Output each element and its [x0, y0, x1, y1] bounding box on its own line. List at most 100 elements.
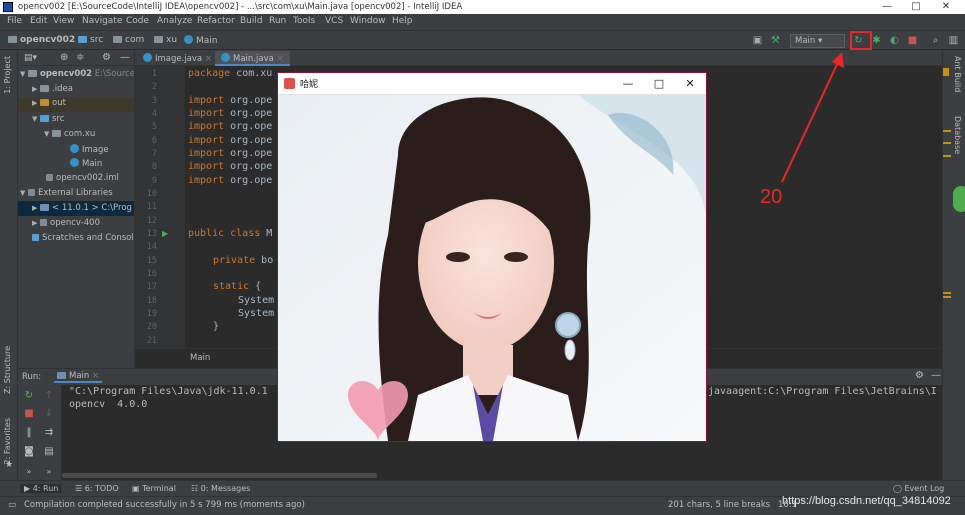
- menu-run[interactable]: Run: [269, 16, 286, 26]
- more-icon[interactable]: »: [42, 467, 56, 476]
- project-structure-icon[interactable]: ▣: [751, 34, 764, 47]
- line-number: 6: [151, 136, 157, 146]
- event-log-tab[interactable]: ◯ Event Log: [893, 484, 944, 493]
- coverage-icon[interactable]: ◐: [888, 34, 901, 47]
- breadcrumb-xu[interactable]: xu: [154, 35, 177, 45]
- print-icon[interactable]: ▤: [42, 446, 56, 457]
- up-arrow-icon[interactable]: ↑: [42, 390, 56, 401]
- down-arrow-icon[interactable]: ↓: [42, 408, 56, 419]
- star-icon: ★: [5, 460, 14, 470]
- pause-icon[interactable]: ‖: [22, 427, 36, 438]
- menu-build[interactable]: Build: [240, 16, 263, 26]
- photo-minimize-button[interactable]: —: [618, 76, 638, 92]
- database-tab[interactable]: Database: [953, 116, 962, 154]
- todo-tool-tab[interactable]: ☰ 6: TODO: [75, 484, 119, 493]
- camera-icon[interactable]: ◙: [22, 446, 36, 457]
- menu-file[interactable]: File: [7, 16, 22, 26]
- stop-icon[interactable]: ■: [22, 408, 36, 419]
- breadcrumb-main[interactable]: Main: [184, 35, 218, 46]
- console-icon: [57, 372, 66, 379]
- tree-item-jdk[interactable]: ▶ < 11.0.1 > C:\Prog: [18, 201, 134, 216]
- photo-close-button[interactable]: ✕: [680, 76, 700, 92]
- gear-icon[interactable]: ⚙: [102, 52, 111, 63]
- tree-item-src[interactable]: ▼ src: [32, 114, 64, 124]
- project-tool-tab[interactable]: 1: Project: [3, 56, 12, 94]
- run-configuration-select[interactable]: Main ▾: [790, 34, 845, 48]
- tree-item-iml[interactable]: opencv002.iml: [46, 173, 119, 183]
- folder-icon: [40, 85, 49, 92]
- code-line: import org.ope: [188, 135, 273, 146]
- menu-window[interactable]: Window: [350, 16, 386, 26]
- minimize-button[interactable]: —: [874, 0, 900, 14]
- jdk-icon: [40, 204, 49, 211]
- breadcrumb-src[interactable]: src: [78, 35, 103, 45]
- tree-item-external-libraries[interactable]: ▼ External Libraries: [20, 188, 113, 198]
- stop-icon[interactable]: ■: [906, 34, 919, 47]
- terminal-tool-tab[interactable]: ▣ Terminal: [132, 484, 176, 493]
- hide-icon[interactable]: —: [120, 52, 130, 63]
- run-tool-tab[interactable]: ▶ 4: Run: [20, 484, 63, 493]
- project-panel: ▤▾ ⊕ ≑ ⚙ — ▼ opencv002 E:\Source ▶ .idea ▶…: [18, 50, 135, 368]
- hide-icon[interactable]: —: [931, 370, 941, 381]
- class-icon: [184, 35, 193, 44]
- tree-item-idea[interactable]: ▶ .idea: [32, 84, 73, 94]
- horizontal-scrollbar[interactable]: [62, 473, 377, 478]
- tab-image-java[interactable]: Image.java ×: [137, 51, 218, 66]
- tree-item-opencv[interactable]: ▶ opencv-400: [32, 218, 100, 228]
- structure-tool-tab[interactable]: Z: Structure: [3, 346, 12, 394]
- photo-maximize-button[interactable]: □: [649, 76, 669, 92]
- editor-breadcrumb[interactable]: Main: [190, 353, 210, 363]
- collapse-icon[interactable]: ≑: [76, 52, 84, 63]
- messages-tool-tab[interactable]: ☷ 0: Messages: [191, 484, 250, 493]
- tab-main-java[interactable]: Main.java ×: [215, 51, 290, 66]
- search-icon[interactable]: ⌕: [929, 34, 942, 47]
- code-line: System: [238, 308, 275, 319]
- close-tab-icon[interactable]: ×: [205, 54, 212, 64]
- line-number: 5: [151, 122, 157, 132]
- line-number: 14: [146, 242, 157, 252]
- tree-item-image[interactable]: Image: [70, 144, 109, 155]
- menu-refactor[interactable]: Refactor: [197, 16, 235, 26]
- folder-icon: [8, 36, 17, 43]
- status-message[interactable]: Compilation completed successfully in 5 …: [24, 500, 305, 510]
- line-number-gutter: 1 2 3 4 5 6 7 8 9 10 11 12 13 ▶ 14 15 16…: [135, 66, 185, 348]
- run-tab-main[interactable]: Main ×: [54, 371, 103, 383]
- ant-build-tab[interactable]: Ant Build: [953, 56, 962, 92]
- menu-navigate[interactable]: Navigate: [82, 16, 122, 26]
- code-line: import org.ope: [188, 175, 273, 186]
- line-number: 7: [151, 149, 157, 159]
- photo-window-title-bar[interactable]: 哈妮 — □ ✕: [278, 73, 706, 95]
- tree-root[interactable]: ▼ opencv002 E:\Source: [20, 69, 134, 79]
- close-button[interactable]: ✕: [933, 0, 959, 14]
- tree-item-scratches[interactable]: Scratches and Consol: [32, 233, 134, 243]
- tree-item-main[interactable]: Main: [70, 158, 102, 169]
- menu-code[interactable]: Code: [126, 16, 149, 26]
- favorites-tool-tab[interactable]: 2: Favorites: [3, 418, 12, 464]
- menu-view[interactable]: View: [53, 16, 74, 26]
- menu-edit[interactable]: Edit: [30, 16, 47, 26]
- expand-icon[interactable]: »: [22, 467, 36, 476]
- menu-help[interactable]: Help: [392, 16, 413, 26]
- locate-icon[interactable]: ⊕: [60, 52, 68, 63]
- build-hammer-icon[interactable]: ⚒: [769, 34, 782, 47]
- photo-window[interactable]: 哈妮 — □ ✕: [277, 72, 707, 442]
- run-gutter-icon[interactable]: ▶: [162, 229, 168, 238]
- wrap-icon[interactable]: ⇉: [42, 427, 56, 438]
- project-view-icon[interactable]: ▤▾: [24, 53, 37, 63]
- tree-item-package[interactable]: ▼ com.xu: [44, 129, 95, 139]
- close-tab-icon[interactable]: ×: [277, 54, 284, 64]
- menu-tools[interactable]: Tools: [293, 16, 315, 26]
- breadcrumb-com[interactable]: com: [113, 35, 144, 45]
- file-icon: [46, 174, 53, 181]
- layout-icon[interactable]: ▥: [947, 34, 960, 47]
- maximize-button[interactable]: □: [903, 0, 929, 14]
- menu-vcs[interactable]: VCS: [325, 16, 343, 26]
- code-line: static {: [213, 281, 262, 292]
- code-line: import org.ope: [188, 108, 273, 119]
- breadcrumb-project[interactable]: opencv002: [8, 35, 75, 45]
- tree-item-out[interactable]: ▶ out: [18, 98, 134, 112]
- code-line: private bo: [213, 255, 274, 266]
- rerun-icon[interactable]: ↻: [22, 390, 36, 401]
- gear-icon[interactable]: ⚙: [915, 370, 924, 381]
- menu-analyze[interactable]: Analyze: [157, 16, 192, 26]
